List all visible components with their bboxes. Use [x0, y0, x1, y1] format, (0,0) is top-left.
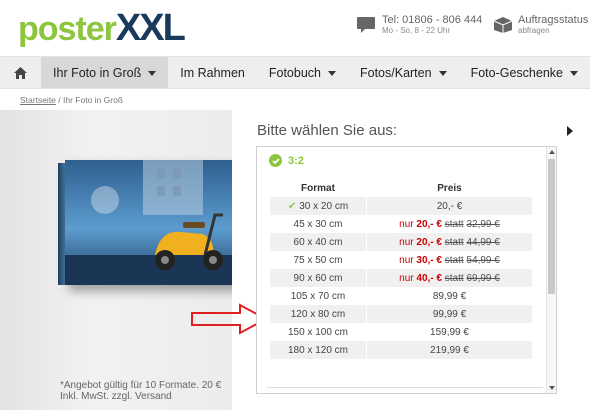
table-row[interactable]: 75 x 50 cm nur 30,- € statt 54,99 €: [270, 251, 532, 269]
home-button[interactable]: [0, 57, 41, 88]
header: posterXXL Tel: 01806 - 806 444 Mo - So, …: [0, 0, 590, 56]
column-header-price: Preis: [437, 182, 462, 194]
scroll-down-icon[interactable]: [549, 386, 555, 390]
offer-footnote: *Angebot gültig für 10 Formate. 20 € Ink…: [60, 380, 222, 402]
table-row[interactable]: 180 x 120 cm 219,99 €: [270, 341, 532, 359]
panel-title: Bitte wählen Sie aus:: [257, 122, 398, 139]
nav-item-im-rahmen[interactable]: Im Rahmen: [168, 57, 257, 88]
table-row[interactable]: 150 x 100 cm 159,99 €: [270, 323, 532, 341]
chevron-down-icon: [438, 70, 447, 76]
scroll-up-icon[interactable]: [549, 150, 555, 154]
scooter-photo: [65, 160, 232, 285]
table-row[interactable]: ✔ 30 x 20 cm 20,- €: [270, 197, 532, 215]
home-icon: [14, 66, 28, 79]
table-row[interactable]: 60 x 40 cm nur 20,- € statt 44,99 €: [270, 233, 532, 251]
checkmark-icon: ✔: [287, 200, 297, 212]
breadcrumb-current: Ihr Foto in Groß: [63, 95, 124, 105]
table-row[interactable]: 105 x 70 cm 89,99 €: [270, 287, 532, 305]
table-row[interactable]: 90 x 60 cm nur 40,- € statt 69,99 €: [270, 269, 532, 287]
check-circle-icon: [269, 154, 282, 167]
main-nav: Ihr Foto in Groß Im Rahmen Fotobuch Foto…: [0, 56, 590, 89]
product-preview: *Angebot gültig für 10 Formate. 20 € Ink…: [0, 110, 232, 410]
nav-item-ihr-foto-in-gross[interactable]: Ihr Foto in Groß: [41, 57, 169, 88]
order-status-label: Auftragsstatus: [518, 14, 589, 26]
table-header: Format Preis: [270, 179, 532, 197]
chevron-down-icon: [570, 70, 578, 76]
breadcrumb-home-link[interactable]: Startseite: [20, 95, 56, 105]
nav-item-foto-geschenke[interactable]: Foto-Geschenke: [459, 57, 590, 88]
price-table: Format Preis ✔ 30 x 20 cm 20,- € 45 x 30 …: [269, 179, 533, 359]
package-icon: [493, 17, 513, 33]
product-photo-canvas: [65, 160, 232, 285]
contact-info: Tel: 01806 - 806 444 Mo - So, 8 - 22 Uhr: [356, 14, 482, 36]
chevron-down-icon: [148, 70, 157, 76]
aspect-ratio-group-header[interactable]: 3:2: [269, 154, 304, 167]
column-header-format: Format: [301, 182, 335, 194]
table-row[interactable]: 120 x 80 cm 99,99 €: [270, 305, 532, 323]
breadcrumb: Startseite / Ihr Foto in Groß: [20, 95, 124, 105]
order-status-link[interactable]: Auftragsstatus abfragen: [493, 14, 588, 36]
scrollbar[interactable]: [546, 147, 556, 393]
table-row[interactable]: 45 x 30 cm nur 20,- € statt 32,99 €: [270, 215, 532, 233]
chevron-down-icon: [328, 70, 336, 76]
divider: [267, 387, 543, 388]
nav-item-fotos-karten[interactable]: Fotos/Karten: [348, 57, 459, 88]
format-selection-box: 3:2 Format Preis ✔ 30 x 20 cm 20,- € 45 x…: [256, 146, 557, 394]
posterxxl-logo[interactable]: posterXXL: [18, 8, 186, 49]
chat-bubble-icon: [357, 17, 375, 33]
nav-item-fotobuch[interactable]: Fotobuch: [257, 57, 348, 88]
arrow-right-icon[interactable]: [567, 126, 573, 136]
order-status-sublabel: abfragen: [518, 26, 550, 35]
scrollbar-thumb[interactable]: [548, 159, 555, 294]
opening-hours: Mo - So, 8 - 22 Uhr: [382, 26, 451, 35]
aspect-ratio-label: 3:2: [288, 154, 304, 167]
phone-number: Tel: 01806 - 806 444: [382, 14, 483, 26]
